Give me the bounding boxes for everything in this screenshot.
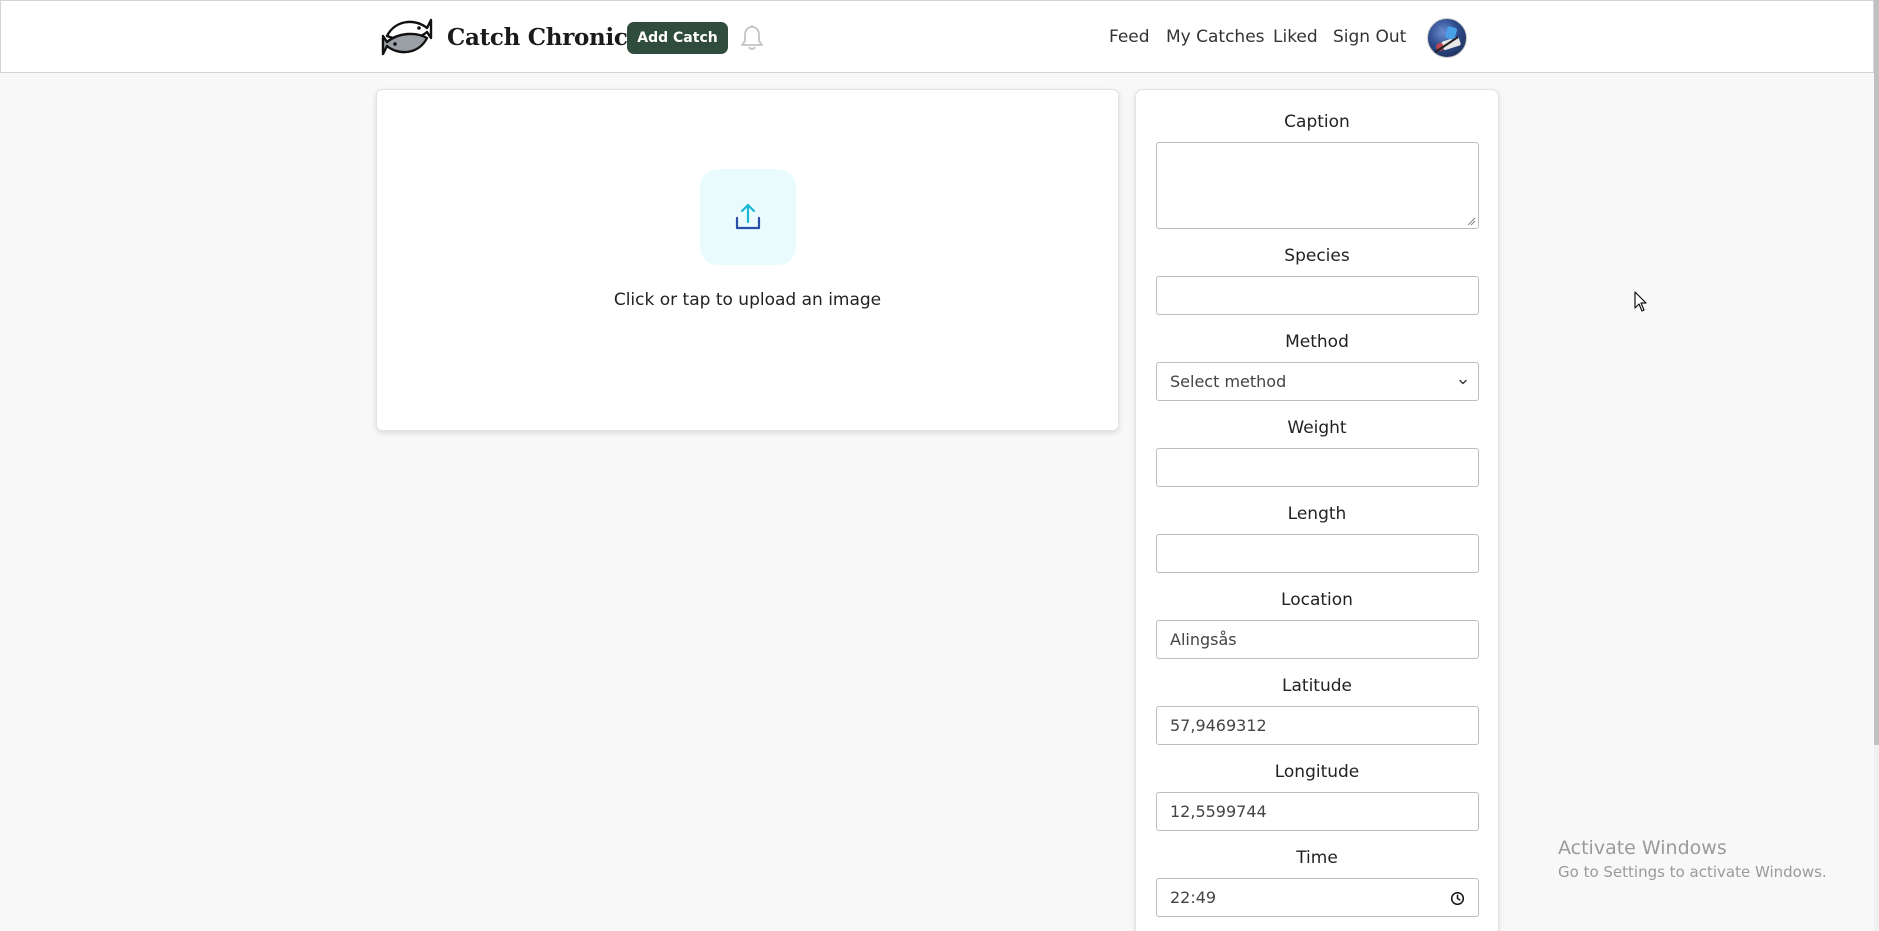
length-input[interactable] <box>1156 534 1479 573</box>
nav-feed-link[interactable]: Feed <box>1109 27 1150 47</box>
avatar-image <box>1433 26 1461 54</box>
upload-icon-container <box>700 169 796 265</box>
upload-prompt: Click or tap to upload an image <box>613 290 882 310</box>
weight-input[interactable] <box>1156 448 1479 487</box>
chevron-down-icon <box>1459 379 1467 385</box>
caption-textarea[interactable] <box>1156 142 1479 229</box>
method-label: Method <box>1285 332 1349 352</box>
brand[interactable]: Catch Chronicle <box>381 14 651 60</box>
method-selected-value: Select method <box>1170 372 1287 391</box>
latitude-label: Latitude <box>1282 676 1352 696</box>
add-catch-button[interactable]: Add Catch <box>627 22 728 54</box>
watermark-subtitle: Go to Settings to activate Windows. <box>1558 863 1827 881</box>
length-label: Length <box>1287 504 1347 524</box>
image-upload-area[interactable]: Click or tap to upload an image <box>376 89 1119 431</box>
nav-sign-out-link[interactable]: Sign Out <box>1333 27 1406 47</box>
method-select[interactable]: Select method <box>1156 362 1479 401</box>
watermark-title: Activate Windows <box>1558 837 1727 859</box>
avatar[interactable] <box>1427 18 1467 58</box>
species-input[interactable] <box>1156 276 1479 315</box>
weight-label: Weight <box>1287 418 1347 438</box>
nav-liked-link[interactable]: Liked <box>1273 27 1318 47</box>
scrollbar-thumb[interactable] <box>1874 0 1879 745</box>
location-input[interactable]: Alingsås <box>1156 620 1479 659</box>
bell-icon[interactable] <box>739 24 765 52</box>
caption-label: Caption <box>1284 112 1350 132</box>
brand-title: Catch Chronicle <box>447 23 651 51</box>
top-navbar: Catch Chronicle Add Catch Feed My Catche… <box>0 0 1874 73</box>
clock-icon[interactable] <box>1450 891 1465 906</box>
fish-logo-icon <box>381 18 433 56</box>
time-input[interactable]: 22:49 <box>1156 878 1479 917</box>
resize-grip-icon[interactable] <box>1466 216 1476 226</box>
longitude-label: Longitude <box>1274 762 1360 782</box>
mouse-cursor-icon <box>1634 291 1647 312</box>
species-label: Species <box>1284 246 1350 266</box>
nav-my-catches-link[interactable]: My Catches <box>1166 27 1265 47</box>
time-value: 22:49 <box>1170 888 1217 907</box>
catch-form: Caption Species Method Select method Wei… <box>1135 89 1499 931</box>
latitude-input[interactable]: 57,9469312 <box>1156 706 1479 745</box>
time-label: Time <box>1296 848 1338 868</box>
upload-icon <box>735 203 761 230</box>
windows-activation-watermark: Activate Windows Go to Settings to activ… <box>1558 837 1827 881</box>
location-label: Location <box>1281 590 1353 610</box>
longitude-input[interactable]: 12,5599744 <box>1156 792 1479 831</box>
